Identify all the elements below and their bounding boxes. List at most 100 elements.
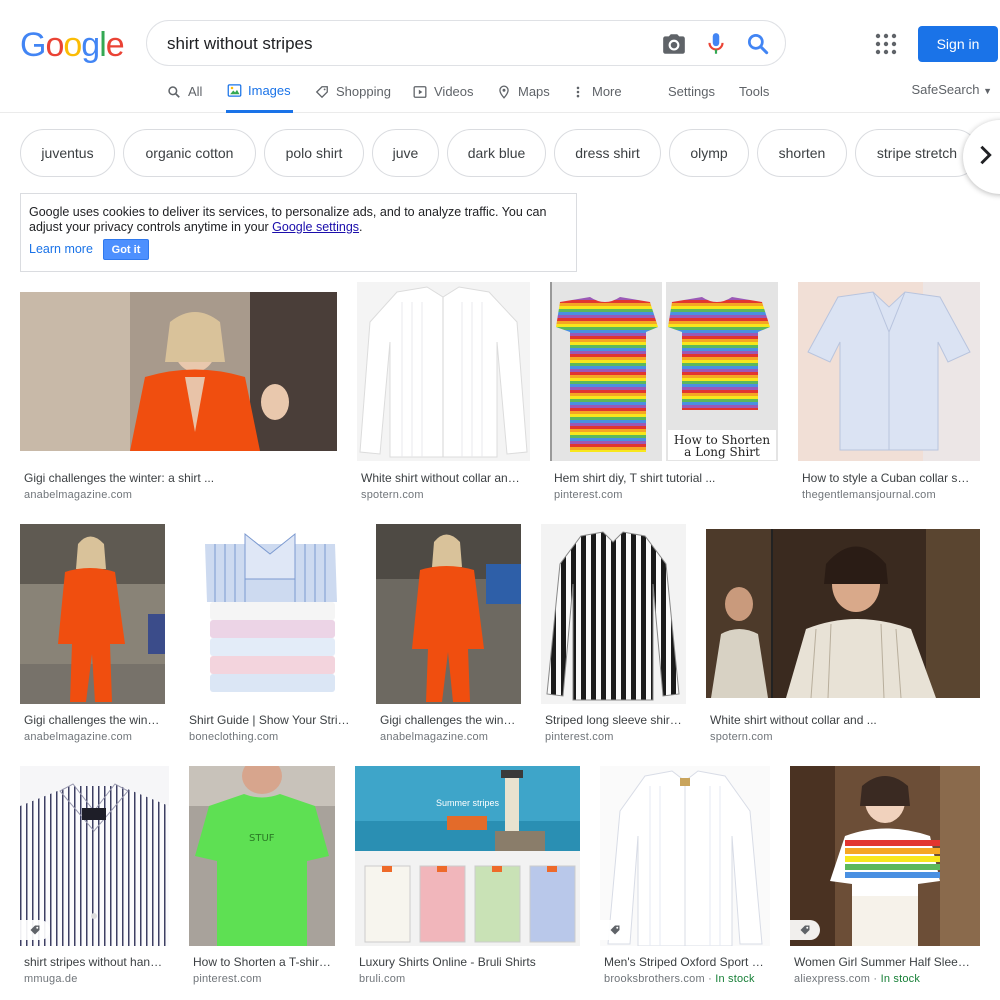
chip[interactable]: polo shirt bbox=[264, 129, 364, 177]
result-caption[interactable]: Hem shirt diy, T shirt tutorial ... bbox=[554, 471, 769, 485]
result-caption[interactable]: Gigi challenges the winter ... bbox=[380, 713, 518, 727]
chip[interactable]: juventus bbox=[20, 129, 115, 177]
result-caption[interactable]: Gigi challenges the winter: a shirt ... bbox=[24, 471, 324, 485]
result-caption[interactable]: shirt stripes without hanger ... bbox=[24, 955, 164, 969]
learn-more-link[interactable]: Learn more bbox=[29, 242, 93, 257]
google-settings-link[interactable]: Google settings bbox=[272, 220, 359, 234]
result-image[interactable]: STUF bbox=[189, 766, 335, 946]
play-icon bbox=[412, 84, 428, 100]
result-image[interactable] bbox=[790, 766, 980, 946]
result-caption[interactable]: Striped long sleeve shirt ... bbox=[545, 713, 683, 727]
product-tag-icon bbox=[790, 920, 820, 940]
safesearch-label: SafeSearch bbox=[911, 82, 980, 97]
tab-all[interactable]: All bbox=[166, 70, 202, 113]
search-icon bbox=[166, 84, 182, 100]
logo-letter: e bbox=[105, 26, 125, 64]
tab-label: Videos bbox=[434, 84, 474, 99]
result-caption[interactable]: Luxury Shirts Online - Bruli Shirts bbox=[359, 955, 574, 969]
tag-icon bbox=[314, 84, 330, 100]
chip[interactable]: stripe stretch bbox=[855, 129, 979, 177]
tab-shopping[interactable]: Shopping bbox=[314, 70, 391, 113]
result-source: pinterest.com bbox=[554, 489, 623, 501]
chip[interactable]: organic cotton bbox=[123, 129, 256, 177]
tab-label: All bbox=[188, 84, 203, 99]
safesearch-dropdown[interactable]: SafeSearch ▼ bbox=[912, 82, 992, 97]
search-tabs: All Images Shopping Videos Maps More Set… bbox=[0, 70, 1000, 113]
source-separator: · bbox=[704, 973, 716, 985]
result-caption[interactable]: Gigi challenges the winter ... bbox=[24, 713, 162, 727]
result-caption[interactable]: Men's Striped Oxford Sport Shirt ... bbox=[604, 955, 766, 969]
camera-icon[interactable] bbox=[661, 31, 687, 57]
result-source: pinterest.com bbox=[193, 973, 262, 985]
result-source: spotern.com bbox=[361, 489, 424, 501]
sign-in-button[interactable]: Sign in bbox=[918, 26, 998, 62]
result-image[interactable] bbox=[20, 292, 337, 451]
result-caption[interactable]: White shirt without collar and ... bbox=[361, 471, 521, 485]
chip[interactable]: olymp bbox=[669, 129, 749, 177]
tab-label: Maps bbox=[518, 84, 550, 99]
in-stock-label: In stock bbox=[880, 973, 921, 985]
result-source: aliexpress.com · In stock bbox=[794, 973, 974, 985]
result-overlay-text: How to Shorten a Long Shirt bbox=[666, 434, 778, 458]
chip[interactable]: dress shirt bbox=[554, 129, 661, 177]
result-image[interactable]: Summer stripes bbox=[355, 766, 580, 946]
source-separator: · bbox=[870, 973, 881, 985]
cookie-text-end: . bbox=[359, 220, 363, 234]
search-box bbox=[146, 20, 786, 66]
tab-label: Shopping bbox=[336, 84, 391, 99]
result-image[interactable] bbox=[185, 524, 356, 704]
result-image[interactable] bbox=[20, 766, 169, 946]
result-image[interactable] bbox=[357, 282, 530, 461]
search-icon[interactable] bbox=[745, 31, 771, 57]
result-image[interactable] bbox=[20, 524, 165, 704]
result-source: brooksbrothers.com · In stock bbox=[604, 973, 774, 985]
tab-settings[interactable]: Settings bbox=[668, 70, 715, 113]
result-caption[interactable]: White shirt without collar and ... bbox=[710, 713, 978, 727]
source-domain: brooksbrothers.com bbox=[604, 973, 705, 985]
result-caption[interactable]: How to style a Cuban collar shirt ... bbox=[802, 471, 974, 485]
result-source: mmuga.de bbox=[24, 973, 78, 985]
result-image[interactable] bbox=[706, 529, 980, 698]
result-source: spotern.com bbox=[710, 731, 773, 743]
tab-label: Tools bbox=[739, 84, 770, 99]
result-image[interactable] bbox=[376, 524, 521, 704]
logo-letter: o bbox=[63, 26, 82, 64]
tab-label: Settings bbox=[668, 84, 715, 99]
result-source: thegentlemansjournal.com bbox=[802, 489, 936, 501]
product-tag-icon bbox=[20, 920, 50, 940]
tab-more[interactable]: More bbox=[570, 70, 622, 113]
tab-maps[interactable]: Maps bbox=[496, 70, 550, 113]
chip[interactable]: shorten bbox=[757, 129, 847, 177]
more-vert-icon bbox=[570, 84, 586, 100]
chips-next-button[interactable] bbox=[963, 120, 1000, 194]
logo-letter: o bbox=[45, 26, 64, 64]
microphone-icon[interactable] bbox=[703, 31, 729, 57]
result-caption[interactable]: Shirt Guide | Show Your Stripes ... bbox=[189, 713, 351, 727]
tab-images[interactable]: Images bbox=[226, 70, 293, 113]
tab-videos[interactable]: Videos bbox=[412, 70, 474, 113]
result-image[interactable]: How to Shorten a Long Shirt bbox=[550, 282, 778, 461]
in-stock-label: In stock bbox=[715, 973, 755, 985]
pin-icon bbox=[496, 84, 512, 100]
overlay-line: a Long Shirt bbox=[684, 445, 760, 459]
chip[interactable]: dark blue bbox=[447, 129, 546, 177]
result-caption[interactable]: How to Shorten a T-shirt ... bbox=[193, 955, 331, 969]
source-domain: aliexpress.com bbox=[794, 973, 871, 985]
cookie-notice: Google uses cookies to deliver its servi… bbox=[20, 193, 577, 272]
chip[interactable]: juve bbox=[372, 129, 439, 177]
got-it-button[interactable]: Got it bbox=[103, 239, 149, 260]
result-source: boneclothing.com bbox=[189, 731, 279, 743]
result-image[interactable] bbox=[541, 524, 686, 704]
apps-grid-icon[interactable] bbox=[874, 32, 898, 56]
tab-tools[interactable]: Tools bbox=[739, 70, 769, 113]
result-image[interactable] bbox=[798, 282, 980, 461]
svg-text:STUF: STUF bbox=[249, 833, 275, 844]
result-source: anabelmagazine.com bbox=[24, 489, 133, 501]
result-source: pinterest.com bbox=[545, 731, 614, 743]
result-image[interactable] bbox=[600, 766, 770, 946]
search-input[interactable] bbox=[167, 31, 647, 57]
result-source: anabelmagazine.com bbox=[24, 731, 133, 743]
google-logo[interactable]: Google bbox=[20, 26, 125, 65]
logo-letter: G bbox=[20, 26, 46, 64]
result-caption[interactable]: Women Girl Summer Half Sleeve ... bbox=[794, 955, 974, 969]
